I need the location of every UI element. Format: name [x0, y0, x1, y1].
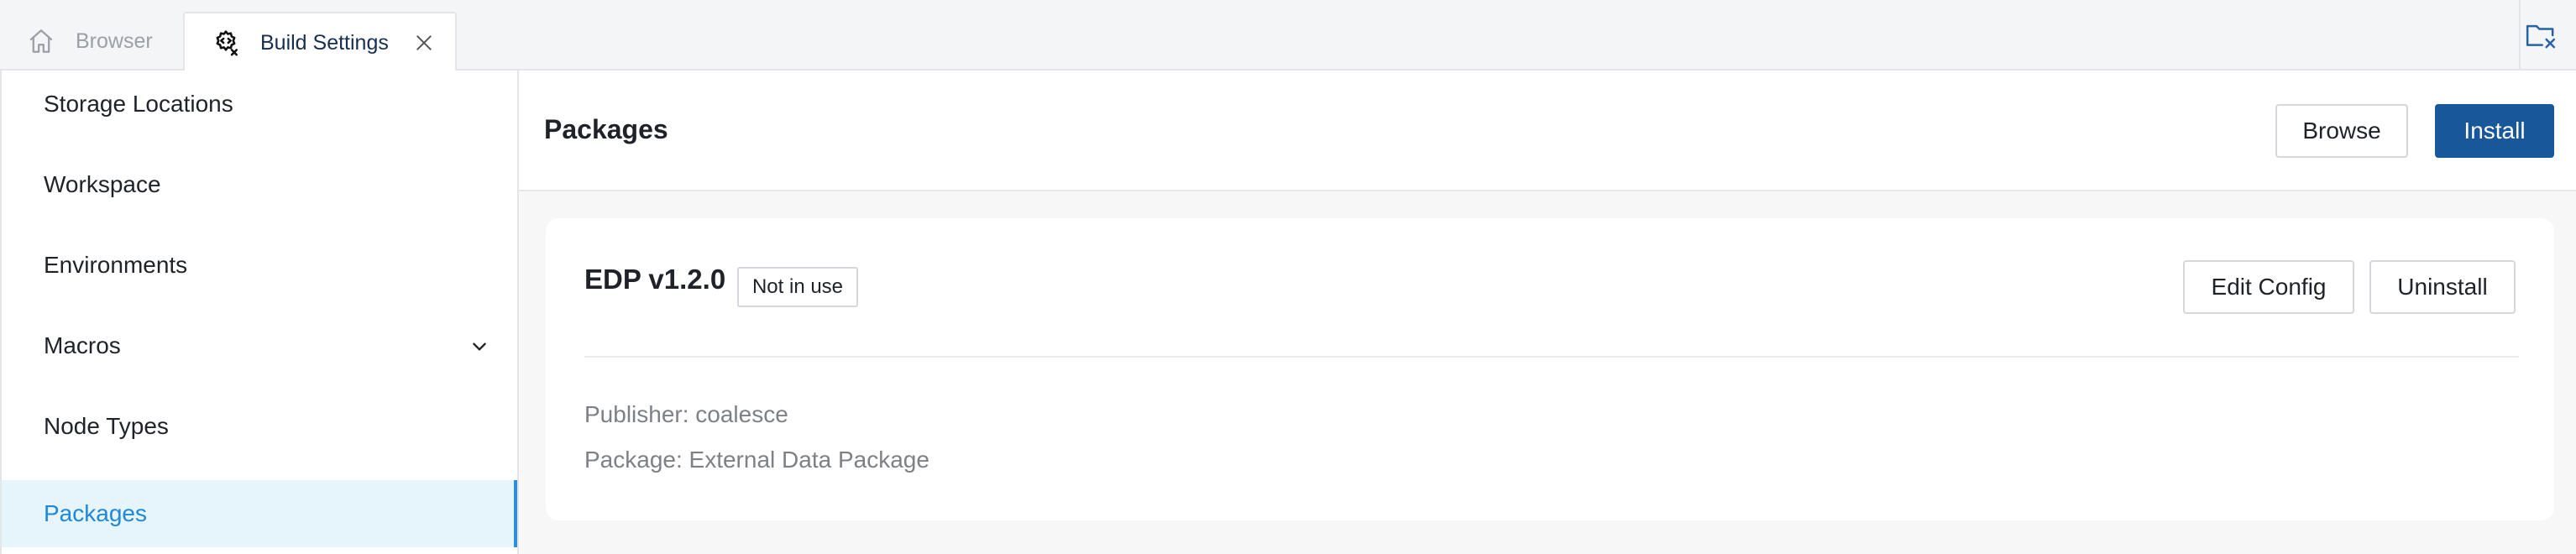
package-publisher: Publisher: coalesce: [584, 401, 788, 427]
sidebar-item-label: Node Types: [44, 413, 169, 439]
sidebar-item-storage-locations[interactable]: Storage Locations: [2, 71, 517, 138]
sidebar-item-label: Macros: [44, 332, 121, 358]
divider: [584, 356, 2519, 358]
sidebar-item-label: Storage Locations: [44, 91, 233, 117]
sidebar-item-label: Packages: [44, 500, 147, 526]
page-title: Packages: [544, 114, 668, 144]
edit-config-button[interactable]: Edit Config: [2183, 260, 2354, 314]
status-badge: Not in use: [737, 267, 858, 307]
tabbar-divider: [2519, 0, 2521, 71]
page-header: Packages Browse Install: [519, 71, 2576, 191]
main-content: Packages Browse Install EDP v1.2.0 Not i…: [519, 71, 2576, 554]
close-icon[interactable]: [415, 34, 433, 52]
tab-label: Build Settings: [260, 30, 389, 55]
tab-bar: Browser Build Settings: [0, 0, 2576, 72]
browse-button[interactable]: Browse: [2275, 104, 2408, 158]
sidebar-nav: Storage Locations Workspace Environments…: [0, 71, 519, 554]
sidebar-item-packages[interactable]: Packages: [2, 480, 517, 547]
sidebar-item-environments[interactable]: Environments: [2, 232, 517, 299]
uninstall-button[interactable]: Uninstall: [2369, 260, 2516, 314]
gear-code-icon: [212, 29, 240, 57]
tab-build-settings[interactable]: Build Settings: [183, 12, 457, 72]
sidebar-item-macros[interactable]: Macros: [2, 312, 517, 379]
install-button[interactable]: Install: [2435, 104, 2554, 158]
tab-label: Browser: [76, 29, 153, 53]
chevron-down-icon[interactable]: [470, 337, 489, 356]
app-window: Browser Build Settings Storage Locations…: [0, 0, 2576, 554]
package-description: Package: External Data Package: [584, 447, 929, 473]
package-name: EDP v1.2.0: [584, 264, 726, 295]
sidebar-item-node-types[interactable]: Node Types: [2, 393, 517, 460]
tab-browser[interactable]: Browser: [0, 12, 181, 71]
sidebar-item-workspace[interactable]: Workspace: [2, 151, 517, 218]
home-icon: [27, 27, 55, 55]
package-card: EDP v1.2.0 Not in use Edit Config Uninst…: [546, 218, 2554, 520]
sidebar-item-label: Environments: [44, 252, 188, 278]
folder-close-icon[interactable]: [2524, 18, 2558, 52]
sidebar-item-label: Workspace: [44, 171, 161, 197]
